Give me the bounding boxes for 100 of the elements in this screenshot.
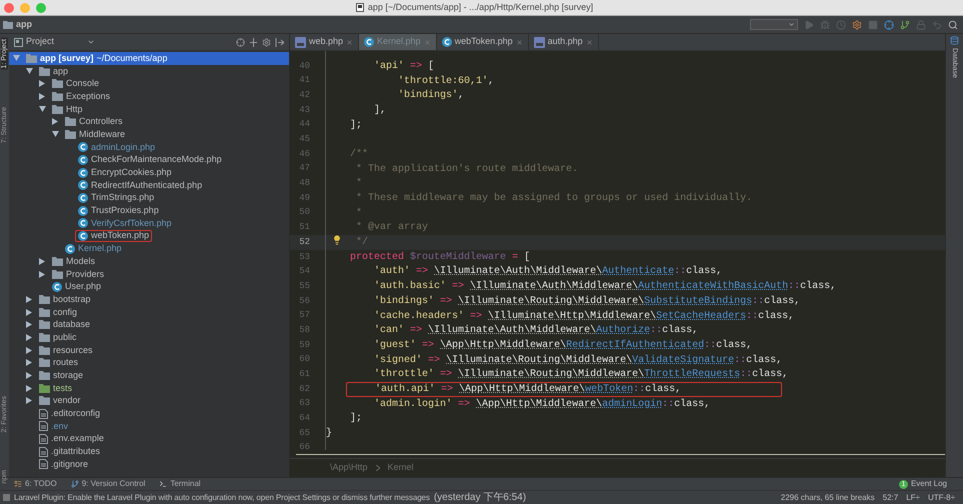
- tree-row[interactable]: Models: [9, 255, 289, 268]
- editor-tab[interactable]: webToken.php: [436, 34, 529, 50]
- code-punctuation: [: [428, 60, 434, 74]
- tree-item-label[interactable]: adminLogin.php: [91, 142, 156, 152]
- caret-right-icon[interactable]: [52, 118, 58, 126]
- tree-item-label[interactable]: Exceptions: [66, 92, 110, 101]
- tree-item-label[interactable]: Models: [66, 256, 96, 266]
- tree-item-label[interactable]: Controllers: [79, 117, 123, 126]
- tree-row[interactable]: adminLogin.php: [9, 140, 289, 154]
- tree-row[interactable]: Middleware: [9, 128, 289, 141]
- tree-row[interactable]: tests: [9, 382, 289, 395]
- scope-operator: ::: [788, 280, 800, 294]
- line-number: 64: [298, 412, 311, 426]
- tree-row[interactable]: TrimStrings.php: [9, 192, 289, 204]
- tree-row[interactable]: Console: [9, 77, 289, 90]
- namespace-path: \Illuminate\Routing\Middleware\: [458, 368, 644, 382]
- tree-row[interactable]: .gitattributes: [9, 445, 289, 458]
- tree-row[interactable]: TrustProxies.php: [9, 204, 289, 217]
- tree-row[interactable]: VerifyCsrfToken.php: [9, 216, 289, 230]
- hide-panel-icon[interactable]: [275, 38, 284, 46]
- scope-operator: ::: [746, 310, 758, 324]
- close-icon[interactable]: [516, 38, 523, 46]
- tree-row[interactable]: User.php: [9, 280, 289, 294]
- tree-item-label[interactable]: .gitignore: [51, 460, 88, 469]
- tree-item-label[interactable]: CheckForMaintenanceMode.php: [91, 155, 222, 164]
- settings-icon[interactable]: [262, 38, 271, 46]
- tree-item-label[interactable]: Providers: [66, 270, 104, 279]
- tree-item-label[interactable]: Http: [66, 104, 83, 114]
- tree-item-label[interactable]: webToken.php: [91, 231, 150, 240]
- tree-item-label[interactable]: app [survey]: [40, 54, 94, 63]
- close-icon[interactable]: [346, 38, 354, 46]
- tree-row[interactable]: routes: [9, 356, 289, 370]
- tree-row[interactable]: storage: [9, 369, 289, 382]
- tree-item-label[interactable]: bootstrap: [53, 294, 91, 304]
- tree-item-label[interactable]: resources: [53, 346, 93, 355]
- tree-row[interactable]: config: [9, 306, 289, 318]
- tree-row[interactable]: app: [9, 64, 289, 78]
- class-name: Authenticate: [602, 264, 674, 280]
- chevron-down-icon[interactable]: [87, 38, 96, 46]
- tree-item-label[interactable]: database: [53, 320, 90, 330]
- tree-item-label[interactable]: routes: [53, 358, 78, 368]
- close-window-button[interactable]: [4, 2, 14, 12]
- tool-window-button[interactable]: 9: Version Control: [70, 478, 146, 490]
- settings-icon[interactable]: [852, 20, 862, 30]
- tool-window-button[interactable]: 6: TODO: [14, 478, 57, 490]
- tree-item-label[interactable]: .env.example: [51, 434, 104, 444]
- status-item[interactable]: UTF-8÷: [928, 492, 955, 504]
- tree-item-label[interactable]: .gitattributes: [51, 447, 100, 456]
- tree-item-label[interactable]: Middleware: [79, 130, 126, 139]
- close-icon[interactable]: [586, 38, 593, 46]
- tree-item-label[interactable]: .editorconfig: [51, 409, 100, 418]
- tree-row[interactable]: .editorconfig: [9, 407, 289, 420]
- tree-item-label[interactable]: vendor: [53, 396, 81, 406]
- tree-row[interactable]: .env.example: [9, 432, 289, 446]
- tree-item-label[interactable]: TrimStrings.php: [91, 193, 154, 202]
- status-item[interactable]: 52:7: [882, 492, 898, 504]
- caret-down-icon[interactable]: [39, 106, 46, 112]
- tree-row[interactable]: Exceptions: [9, 90, 289, 103]
- tree-row[interactable]: public: [9, 331, 289, 344]
- tree-item-label[interactable]: Kernel.php: [78, 244, 122, 254]
- tree-row[interactable]: Kernel.php: [9, 242, 289, 255]
- tree-item-label[interactable]: storage: [53, 371, 84, 380]
- tree-item-label[interactable]: EncryptCookies.php: [91, 168, 172, 178]
- tree-row[interactable]: Providers: [9, 268, 289, 280]
- tree-item-label[interactable]: Console: [66, 79, 100, 88]
- tree-row[interactable]: resources: [9, 344, 289, 356]
- editor-tab[interactable]: web.php: [290, 34, 360, 50]
- tree-item-label[interactable]: User.php: [65, 282, 102, 292]
- string-literal: 'guest': [374, 338, 418, 353]
- nav-breadcrumb[interactable]: app: [16, 18, 32, 32]
- tree-row[interactable]: RedirectIfAuthenticated.php: [9, 178, 289, 192]
- tree-row[interactable]: webToken.php: [9, 230, 289, 242]
- caret-down-icon[interactable]: [52, 131, 59, 138]
- tree-item-label[interactable]: RedirectIfAuthenticated.php: [91, 180, 202, 190]
- tree-row[interactable]: .env: [9, 420, 289, 433]
- tree-item-label[interactable]: VerifyCsrfToken.php: [91, 218, 172, 228]
- status-item[interactable]: LF÷: [906, 492, 920, 504]
- lightbulb-icon[interactable]: [332, 235, 342, 245]
- locate-icon[interactable]: [236, 38, 245, 46]
- tree-item-label[interactable]: tests: [53, 384, 72, 393]
- tree-row[interactable]: .gitignore: [9, 458, 289, 471]
- tree-row[interactable]: Http: [9, 102, 289, 116]
- panel-title[interactable]: Project: [26, 35, 54, 49]
- tree-row[interactable]: vendor: [9, 394, 289, 408]
- tree-item-label[interactable]: .env: [51, 422, 68, 431]
- tree-item-label[interactable]: config: [53, 308, 78, 317]
- tree-row[interactable]: app [survey] ~/Documents/app: [9, 52, 289, 65]
- tree-item-label[interactable]: TrustProxies.php: [91, 206, 159, 216]
- tree-row[interactable]: bootstrap: [9, 293, 289, 306]
- search-icon[interactable]: [948, 20, 958, 30]
- tree-row[interactable]: Controllers: [9, 115, 289, 128]
- tree-row[interactable]: EncryptCookies.php: [9, 166, 289, 179]
- tree-item-label[interactable]: app: [53, 66, 68, 76]
- editor-tab[interactable]: auth.php: [528, 34, 599, 50]
- string-literal: 'bindings': [398, 88, 458, 104]
- tree-row[interactable]: CheckForMaintenanceMode.php: [9, 154, 289, 166]
- tree-item-label[interactable]: public: [53, 332, 77, 342]
- tool-window-button[interactable]: Terminal: [159, 478, 201, 490]
- tree-row[interactable]: database: [9, 318, 289, 332]
- code-punctuation: ],: [374, 104, 386, 118]
